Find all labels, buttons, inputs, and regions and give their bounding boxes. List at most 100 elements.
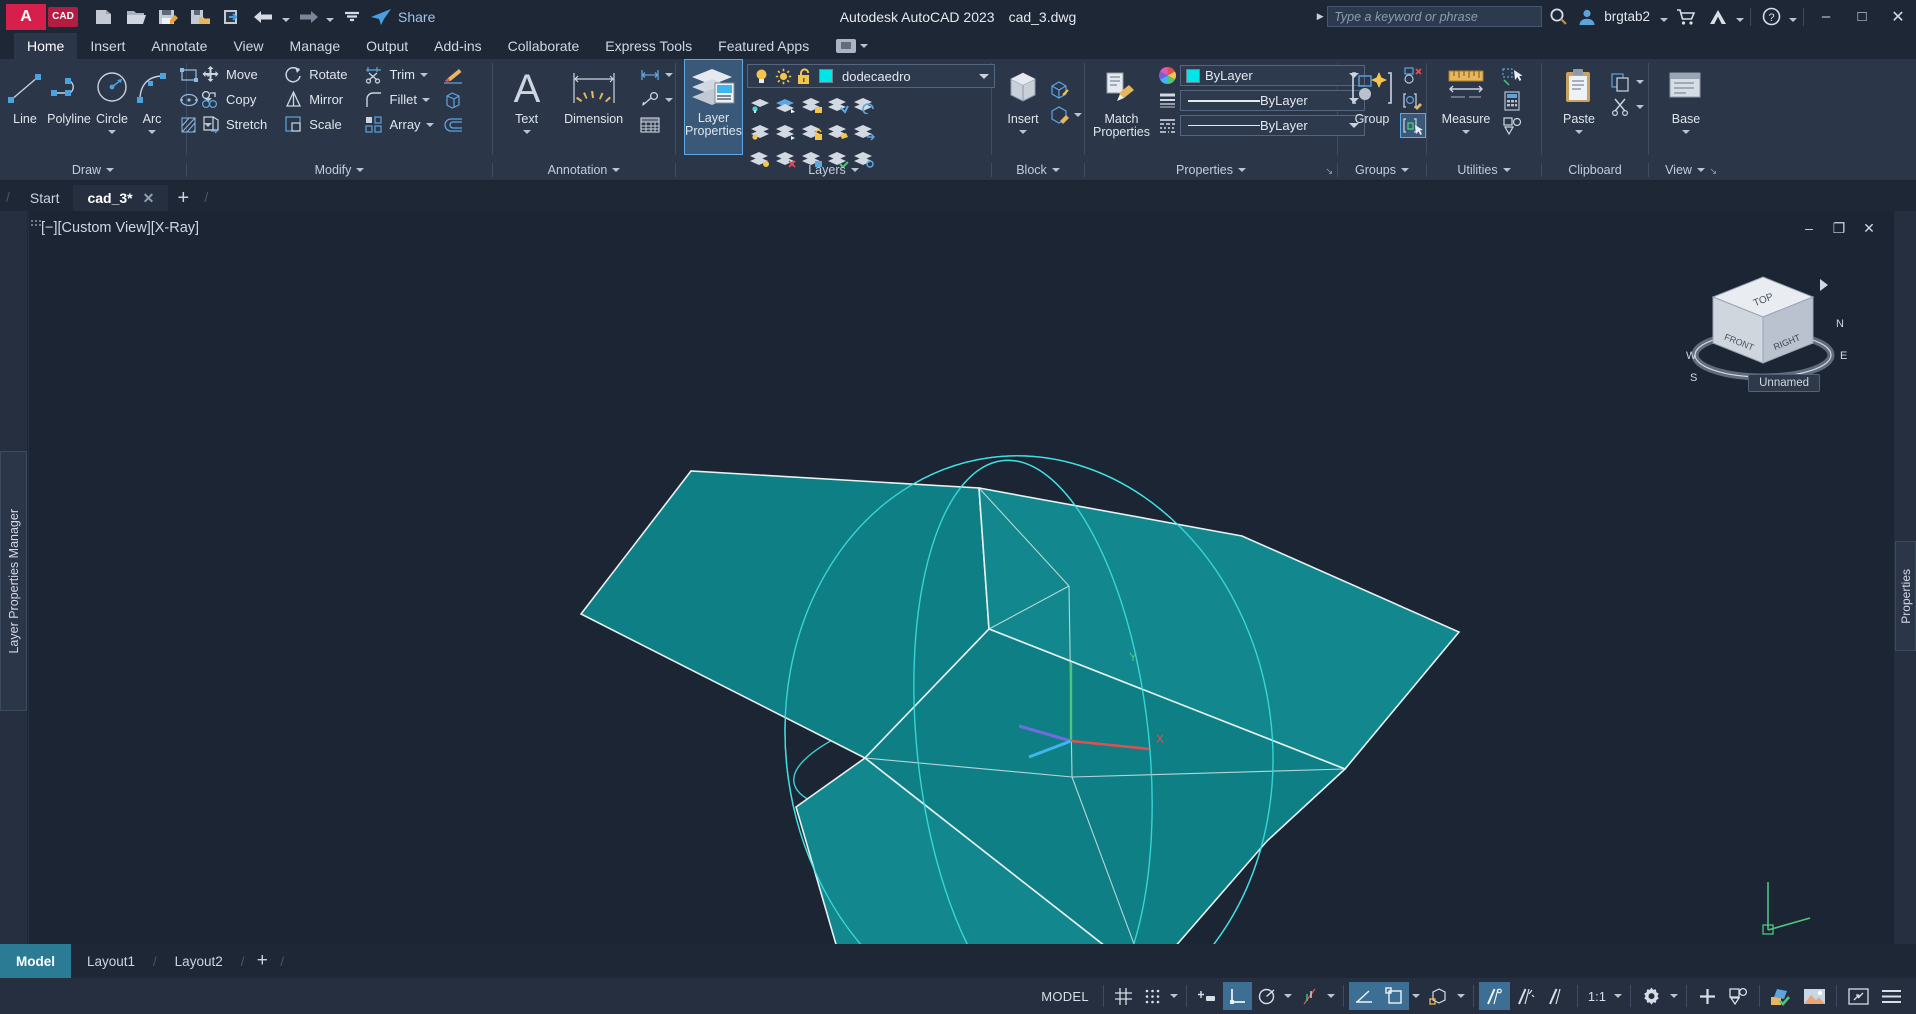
search-icon[interactable] <box>1543 2 1573 32</box>
layer-merge-icon[interactable] <box>851 119 877 144</box>
redo-icon[interactable] <box>293 2 323 32</box>
panel-label-clipboard[interactable]: Clipboard <box>1542 159 1648 181</box>
layer-unisolate-icon[interactable] <box>773 119 799 144</box>
sun-icon[interactable] <box>775 68 792 85</box>
linetype-icon[interactable] <box>1156 117 1180 134</box>
linear-dimension-icon[interactable] <box>637 62 663 87</box>
paste-button[interactable]: Paste <box>1550 61 1608 153</box>
measure-caret-icon[interactable] <box>1462 130 1470 134</box>
text-caret-icon[interactable] <box>522 130 531 134</box>
tab-insert[interactable]: Insert <box>77 33 138 59</box>
current-layer-caret-icon[interactable] <box>978 73 989 79</box>
clean-screen-icon[interactable] <box>1842 982 1875 1010</box>
group-edit-icon[interactable] <box>1400 88 1426 113</box>
new-file-icon[interactable] <box>89 2 119 32</box>
viewport-label[interactable]: [−][Custom View][X-Ray] <box>41 220 199 236</box>
cart-icon[interactable] <box>1671 2 1701 32</box>
new-document-tab-button[interactable]: + <box>168 185 198 211</box>
autocad-logo-icon[interactable]: A <box>6 3 46 30</box>
group-button[interactable]: Group <box>1344 61 1400 153</box>
new-layout-button[interactable]: + <box>246 944 278 978</box>
lightbulb-on-icon[interactable] <box>753 68 770 85</box>
erase-icon[interactable] <box>440 62 466 87</box>
model-space-button[interactable]: MODEL <box>1032 982 1098 1010</box>
fillet-caret-icon[interactable] <box>420 89 432 111</box>
tab-manage[interactable]: Manage <box>277 33 354 59</box>
selection-cycling-toggle[interactable] <box>1541 982 1572 1010</box>
object-snap-tracking-toggle[interactable] <box>1348 982 1380 1010</box>
edit-attributes-caret-icon[interactable] <box>1072 104 1084 126</box>
3d-object-snap-toggle[interactable] <box>1423 982 1454 1010</box>
snap-mode-toggle[interactable] <box>1138 982 1167 1010</box>
layout-tab-layout2[interactable]: Layout2 <box>159 944 239 978</box>
share-icon[interactable] <box>369 2 393 32</box>
insert-caret-icon[interactable] <box>1019 130 1027 134</box>
maximize-button[interactable]: □ <box>1844 0 1880 33</box>
workspace-switch-caret-icon[interactable] <box>1667 982 1681 1010</box>
annotation-scale-caret-icon[interactable] <box>1611 982 1625 1010</box>
3d-object-snap-caret-icon[interactable] <box>1454 982 1468 1010</box>
base-view-button[interactable]: Base <box>1657 61 1715 153</box>
modify-array-button[interactable]: Array <box>359 112 424 137</box>
tab-collaborate[interactable]: Collaborate <box>495 33 593 59</box>
transparency-toggle[interactable] <box>1510 982 1541 1010</box>
panel-label-view[interactable]: View ↘ <box>1649 159 1721 181</box>
draw-circle-caret-icon[interactable] <box>108 130 116 134</box>
open-file-icon[interactable] <box>121 2 151 32</box>
panel-label-properties[interactable]: Properties ↘ <box>1085 159 1337 181</box>
help-icon[interactable]: ? <box>1756 2 1786 32</box>
current-layer-dropdown[interactable]: dodecaedro <box>746 64 995 88</box>
layer-lock-icon[interactable] <box>799 92 825 117</box>
view-dialog-launcher-icon[interactable]: ↘ <box>1709 166 1717 177</box>
annotation-monitor-icon[interactable] <box>1723 982 1754 1010</box>
ortho-mode-toggle[interactable] <box>1222 982 1252 1010</box>
copy-clip-caret-icon[interactable] <box>1634 71 1646 93</box>
panel-label-annotation[interactable]: Annotation <box>493 159 675 181</box>
modify-stretch-button[interactable]: Stretch <box>195 112 270 137</box>
trim-caret-icon[interactable] <box>418 64 430 86</box>
grid-display-toggle[interactable] <box>1109 982 1138 1010</box>
modify-scale-button[interactable]: Scale <box>278 112 350 137</box>
user-name[interactable]: brgtab2 <box>1604 9 1650 24</box>
save-as-icon[interactable] <box>185 2 215 32</box>
quick-calc-icon[interactable] <box>1499 88 1525 113</box>
copy-clip-icon[interactable] <box>1608 69 1634 94</box>
layer-isolate-icon[interactable] <box>747 92 773 117</box>
layout-tab-layout1[interactable]: Layout1 <box>71 944 151 978</box>
table-icon[interactable] <box>637 112 663 137</box>
workspace-caret-icon[interactable] <box>860 44 869 48</box>
doc-tab-cad3[interactable]: cad_3* ✕ <box>73 185 169 211</box>
viewport-close-icon[interactable]: ✕ <box>1860 219 1878 237</box>
properties-panel-tab[interactable]: Properties <box>1895 541 1916 651</box>
point-style-icon[interactable] <box>1499 113 1525 138</box>
polar-tracking-caret-icon[interactable] <box>1281 982 1295 1010</box>
user-avatar-icon[interactable] <box>1575 2 1599 32</box>
minimize-button[interactable]: – <box>1808 0 1844 33</box>
cut-clip-caret-icon[interactable] <box>1634 96 1646 118</box>
group-selection-on-icon[interactable] <box>1400 113 1426 138</box>
linear-dimension-caret-icon[interactable] <box>663 64 675 86</box>
isometric-drafting-toggle[interactable] <box>1295 982 1324 1010</box>
doc-tab-close-icon[interactable]: ✕ <box>143 190 155 207</box>
user-menu-caret-icon[interactable] <box>1658 2 1670 32</box>
close-button[interactable]: ✕ <box>1880 0 1916 33</box>
autodesk-icon[interactable] <box>1703 2 1733 32</box>
annotation-text-button[interactable]: A Text <box>501 61 552 153</box>
offset-icon[interactable] <box>440 112 466 137</box>
properties-dialog-launcher-icon[interactable]: ↘ <box>1325 166 1333 177</box>
color-wheel-icon[interactable] <box>1156 66 1180 85</box>
panel-label-utilities[interactable]: Utilities <box>1427 159 1541 181</box>
dodecahedron-model[interactable]: Y X <box>29 211 1894 944</box>
layer-off-icon[interactable] <box>747 119 773 144</box>
array-caret-icon[interactable] <box>424 114 436 136</box>
modify-trim-button[interactable]: Trim <box>359 62 419 87</box>
modify-rotate-button[interactable]: Rotate <box>278 62 350 87</box>
tab-featured-apps[interactable]: Featured Apps <box>705 33 822 59</box>
layer-make-current-icon[interactable] <box>825 92 851 117</box>
layout-tab-model[interactable]: Model <box>0 944 71 978</box>
measure-button[interactable]: Measure <box>1433 61 1499 153</box>
tab-annotate[interactable]: Annotate <box>138 33 220 59</box>
base-view-caret-icon[interactable] <box>1682 130 1690 134</box>
edit-attributes-icon[interactable] <box>1046 102 1072 127</box>
modify-copy-button[interactable]: Copy <box>195 87 270 112</box>
